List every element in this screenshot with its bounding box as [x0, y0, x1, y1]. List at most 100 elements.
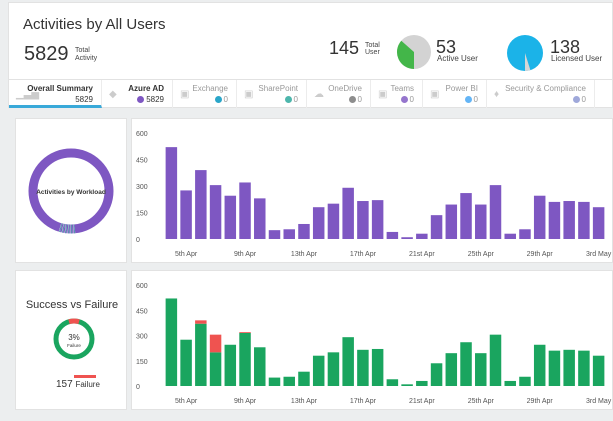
success-bar [592, 355, 605, 386]
success-bar [298, 371, 310, 386]
total-user-value: 145 [329, 38, 360, 58]
failure-ring-gauge: 3% Failure [53, 318, 95, 360]
success-failure-title: Success vs Failure [25, 299, 119, 311]
status-dot [284, 96, 292, 103]
bar [283, 229, 295, 239]
bar [357, 201, 369, 239]
tab-label: Overall Summary [27, 84, 93, 93]
shield-icon: ♦ [494, 89, 500, 100]
exchange-icon: ▣ [180, 89, 190, 100]
x-tick-label: 17th Apr [350, 251, 377, 258]
page-title: Activities by All Users [23, 16, 166, 33]
success-bar [165, 298, 178, 386]
tab-teams[interactable]: ▣ Teams 0 [371, 80, 423, 108]
status-dot [214, 96, 222, 103]
total-activity-label-2: Activity [75, 55, 98, 62]
x-tick-label: 13th Apr [291, 251, 318, 258]
bar [180, 190, 192, 239]
success-bar [563, 349, 575, 386]
x-tick-label: 21st Apr [409, 251, 435, 258]
activities-bar-chart-panel: 0 150 300 450 600 5th Apr 9th Apr 13th Apr 17th … [131, 118, 613, 263]
tab-count: 0 [409, 95, 414, 104]
sharepoint-icon: ▣ [244, 89, 254, 100]
success-bar [460, 342, 472, 386]
bar [430, 215, 443, 239]
y-tick-label: 150 [136, 359, 148, 366]
licensed-user-label: Licensed User [551, 54, 603, 63]
x-tick-label: 5th Apr [175, 398, 198, 405]
bar [548, 201, 561, 239]
workload-tabs: ▁▃▅ Overall Summary 5829 ◆ Azure AD 5829… [8, 79, 613, 108]
success-bar [430, 363, 443, 386]
tab-label: OneDrive [328, 84, 362, 93]
failure-count: 157 [56, 379, 73, 390]
tab-onedrive[interactable]: ☁ OneDrive 0 [307, 80, 371, 108]
success-bar [401, 384, 413, 386]
failure-bar [239, 332, 251, 333]
failure-percent: 3% [68, 333, 80, 342]
success-bar [283, 376, 295, 386]
total-user-label-2: User [365, 49, 380, 56]
y-tick-label: 450 [136, 158, 148, 165]
bar [224, 195, 237, 239]
donut-center-label: Activities by Workload [36, 189, 106, 196]
workload-donut-panel: Activities by Workload [15, 118, 127, 263]
total-activity-label-1: Total [75, 47, 90, 54]
bar [504, 233, 516, 239]
tab-count: 5829 [75, 95, 93, 104]
y-tick-label: 150 [136, 211, 148, 218]
bar [519, 229, 531, 239]
success-bar [254, 347, 266, 386]
failure-percent-label: Failure [67, 343, 81, 348]
success-bar [239, 332, 251, 386]
x-tick-label: 29th Apr [527, 398, 554, 405]
x-tick-label: 3rd May [586, 398, 612, 405]
diamond-icon: ◆ [109, 89, 117, 100]
success-bar [475, 353, 487, 386]
bar [578, 201, 590, 239]
failure-count-line: 157 Failure [56, 379, 100, 390]
failure-bar-indicator [74, 375, 96, 378]
success-bar [548, 350, 561, 386]
status-dot [137, 96, 145, 103]
bar [195, 170, 207, 239]
failure-bar [209, 334, 222, 353]
powerbi-icon: ▣ [430, 89, 440, 100]
y-tick-label: 450 [136, 308, 148, 315]
success-bar [342, 337, 354, 386]
bar [533, 195, 546, 239]
success-bar [357, 349, 369, 386]
tab-security-compliance[interactable]: ♦ Security & Compliance 0 [487, 80, 595, 108]
status-dot [464, 96, 472, 103]
x-tick-label: 29th Apr [527, 251, 554, 258]
bar [312, 207, 325, 239]
tab-azure-ad[interactable]: ◆ Azure AD 5829 [102, 80, 173, 108]
tab-label: Exchange [192, 84, 228, 93]
tab-power-bi[interactable]: ▣ Power BI 0 [423, 80, 487, 108]
tab-label: Azure AD [128, 84, 164, 93]
tab-exchange[interactable]: ▣ Exchange 0 [173, 80, 237, 108]
y-tick-label: 300 [136, 184, 148, 191]
y-tick-label: 0 [136, 384, 140, 391]
success-bar [578, 350, 590, 386]
success-failure-bar-chart-panel: 0 150 300 450 600 5th Apr 9th Apr 13th Apr 17th … [131, 270, 613, 410]
failure-count-label: Failure [75, 380, 100, 389]
tab-sharepoint[interactable]: ▣ SharePoint 0 [237, 80, 307, 108]
bar [268, 230, 281, 239]
bar [254, 198, 266, 239]
bar [298, 223, 310, 239]
x-tick-label: 9th Apr [234, 398, 257, 405]
y-tick-label: 600 [136, 283, 148, 290]
success-bar [489, 334, 502, 386]
x-tick-label: 5th Apr [175, 251, 198, 258]
x-tick-label: 13th Apr [291, 398, 318, 405]
dashboard-header: Activities by All Users 5829 Total Activ… [8, 2, 613, 79]
success-failure-panel: Success vs Failure 3% Failure 157 Failur… [15, 270, 127, 410]
success-bar [195, 323, 207, 386]
bar [165, 147, 178, 239]
bar [592, 207, 605, 239]
success-bar [371, 348, 384, 386]
success-bar [327, 352, 340, 386]
tab-overall-summary[interactable]: ▁▃▅ Overall Summary 5829 [9, 80, 102, 108]
success-bar [312, 355, 325, 386]
